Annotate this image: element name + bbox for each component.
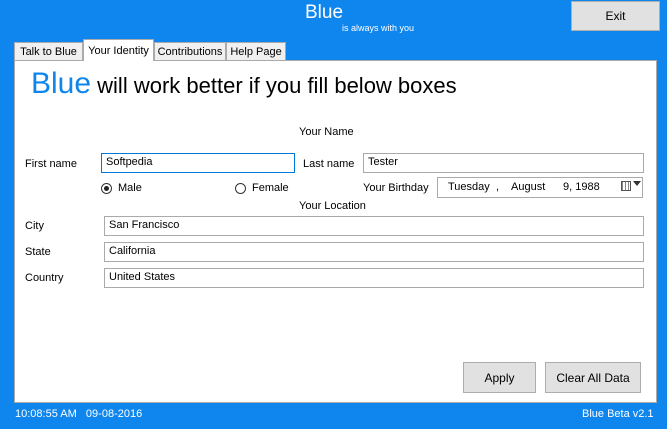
tab-your-identity[interactable]: Your Identity <box>83 39 154 61</box>
birthday-date-picker[interactable]: Tuesday , August 9, 1988 <box>437 177 643 198</box>
clear-all-data-button[interactable]: Clear All Data <box>545 362 641 393</box>
city-field[interactable]: San Francisco <box>104 216 644 236</box>
identity-panel: Blue will work better if you fill below … <box>14 60 657 403</box>
birthday-weekday: Tuesday <box>448 181 490 193</box>
apply-button[interactable]: Apply <box>463 362 536 393</box>
chevron-down-icon[interactable] <box>633 181 641 186</box>
status-datetime: 10:08:55 AM 09-08-2016 <box>15 408 143 420</box>
heading-rest: will work better if you fill below boxes <box>91 73 457 98</box>
birthday-day-year: 9, 1988 <box>563 181 600 193</box>
app-title: Blue <box>305 2 344 23</box>
female-radio[interactable]: Female <box>235 182 289 194</box>
state-label: State <box>25 246 51 258</box>
heading-accent: Blue <box>31 67 92 100</box>
birthday-month: August <box>511 181 546 193</box>
country-label: Country <box>25 272 64 284</box>
app-subtitle: is always with you <box>342 23 415 33</box>
birthday-separator: , <box>496 181 500 193</box>
panel-heading: Blue will work better if you fill below … <box>31 67 457 101</box>
female-radio-label: Female <box>252 182 289 194</box>
first-name-field[interactable]: Softpedia <box>101 153 295 173</box>
last-name-label: Last name <box>303 158 355 170</box>
country-field[interactable]: United States <box>104 268 644 288</box>
last-name-field[interactable]: Tester <box>363 153 644 173</box>
your-name-label: Your Name <box>299 126 354 138</box>
tab-contributions[interactable]: Contributions <box>154 42 226 60</box>
exit-button[interactable]: Exit <box>571 1 660 31</box>
birthday-label: Your Birthday <box>363 182 429 194</box>
tab-help-page[interactable]: Help Page <box>226 42 286 60</box>
female-radio-dot <box>235 182 246 194</box>
your-location-label: Your Location <box>299 200 366 212</box>
first-name-label: First name <box>25 158 77 170</box>
state-field[interactable]: California <box>104 242 644 262</box>
male-radio-dot <box>101 182 112 194</box>
tab-talk-to-blue[interactable]: Talk to Blue <box>14 42 83 60</box>
calendar-icon[interactable] <box>621 181 631 191</box>
male-radio-label: Male <box>118 182 142 194</box>
male-radio[interactable]: Male <box>101 182 142 194</box>
city-label: City <box>25 220 44 232</box>
status-version: Blue Beta v2.1 <box>582 408 654 420</box>
